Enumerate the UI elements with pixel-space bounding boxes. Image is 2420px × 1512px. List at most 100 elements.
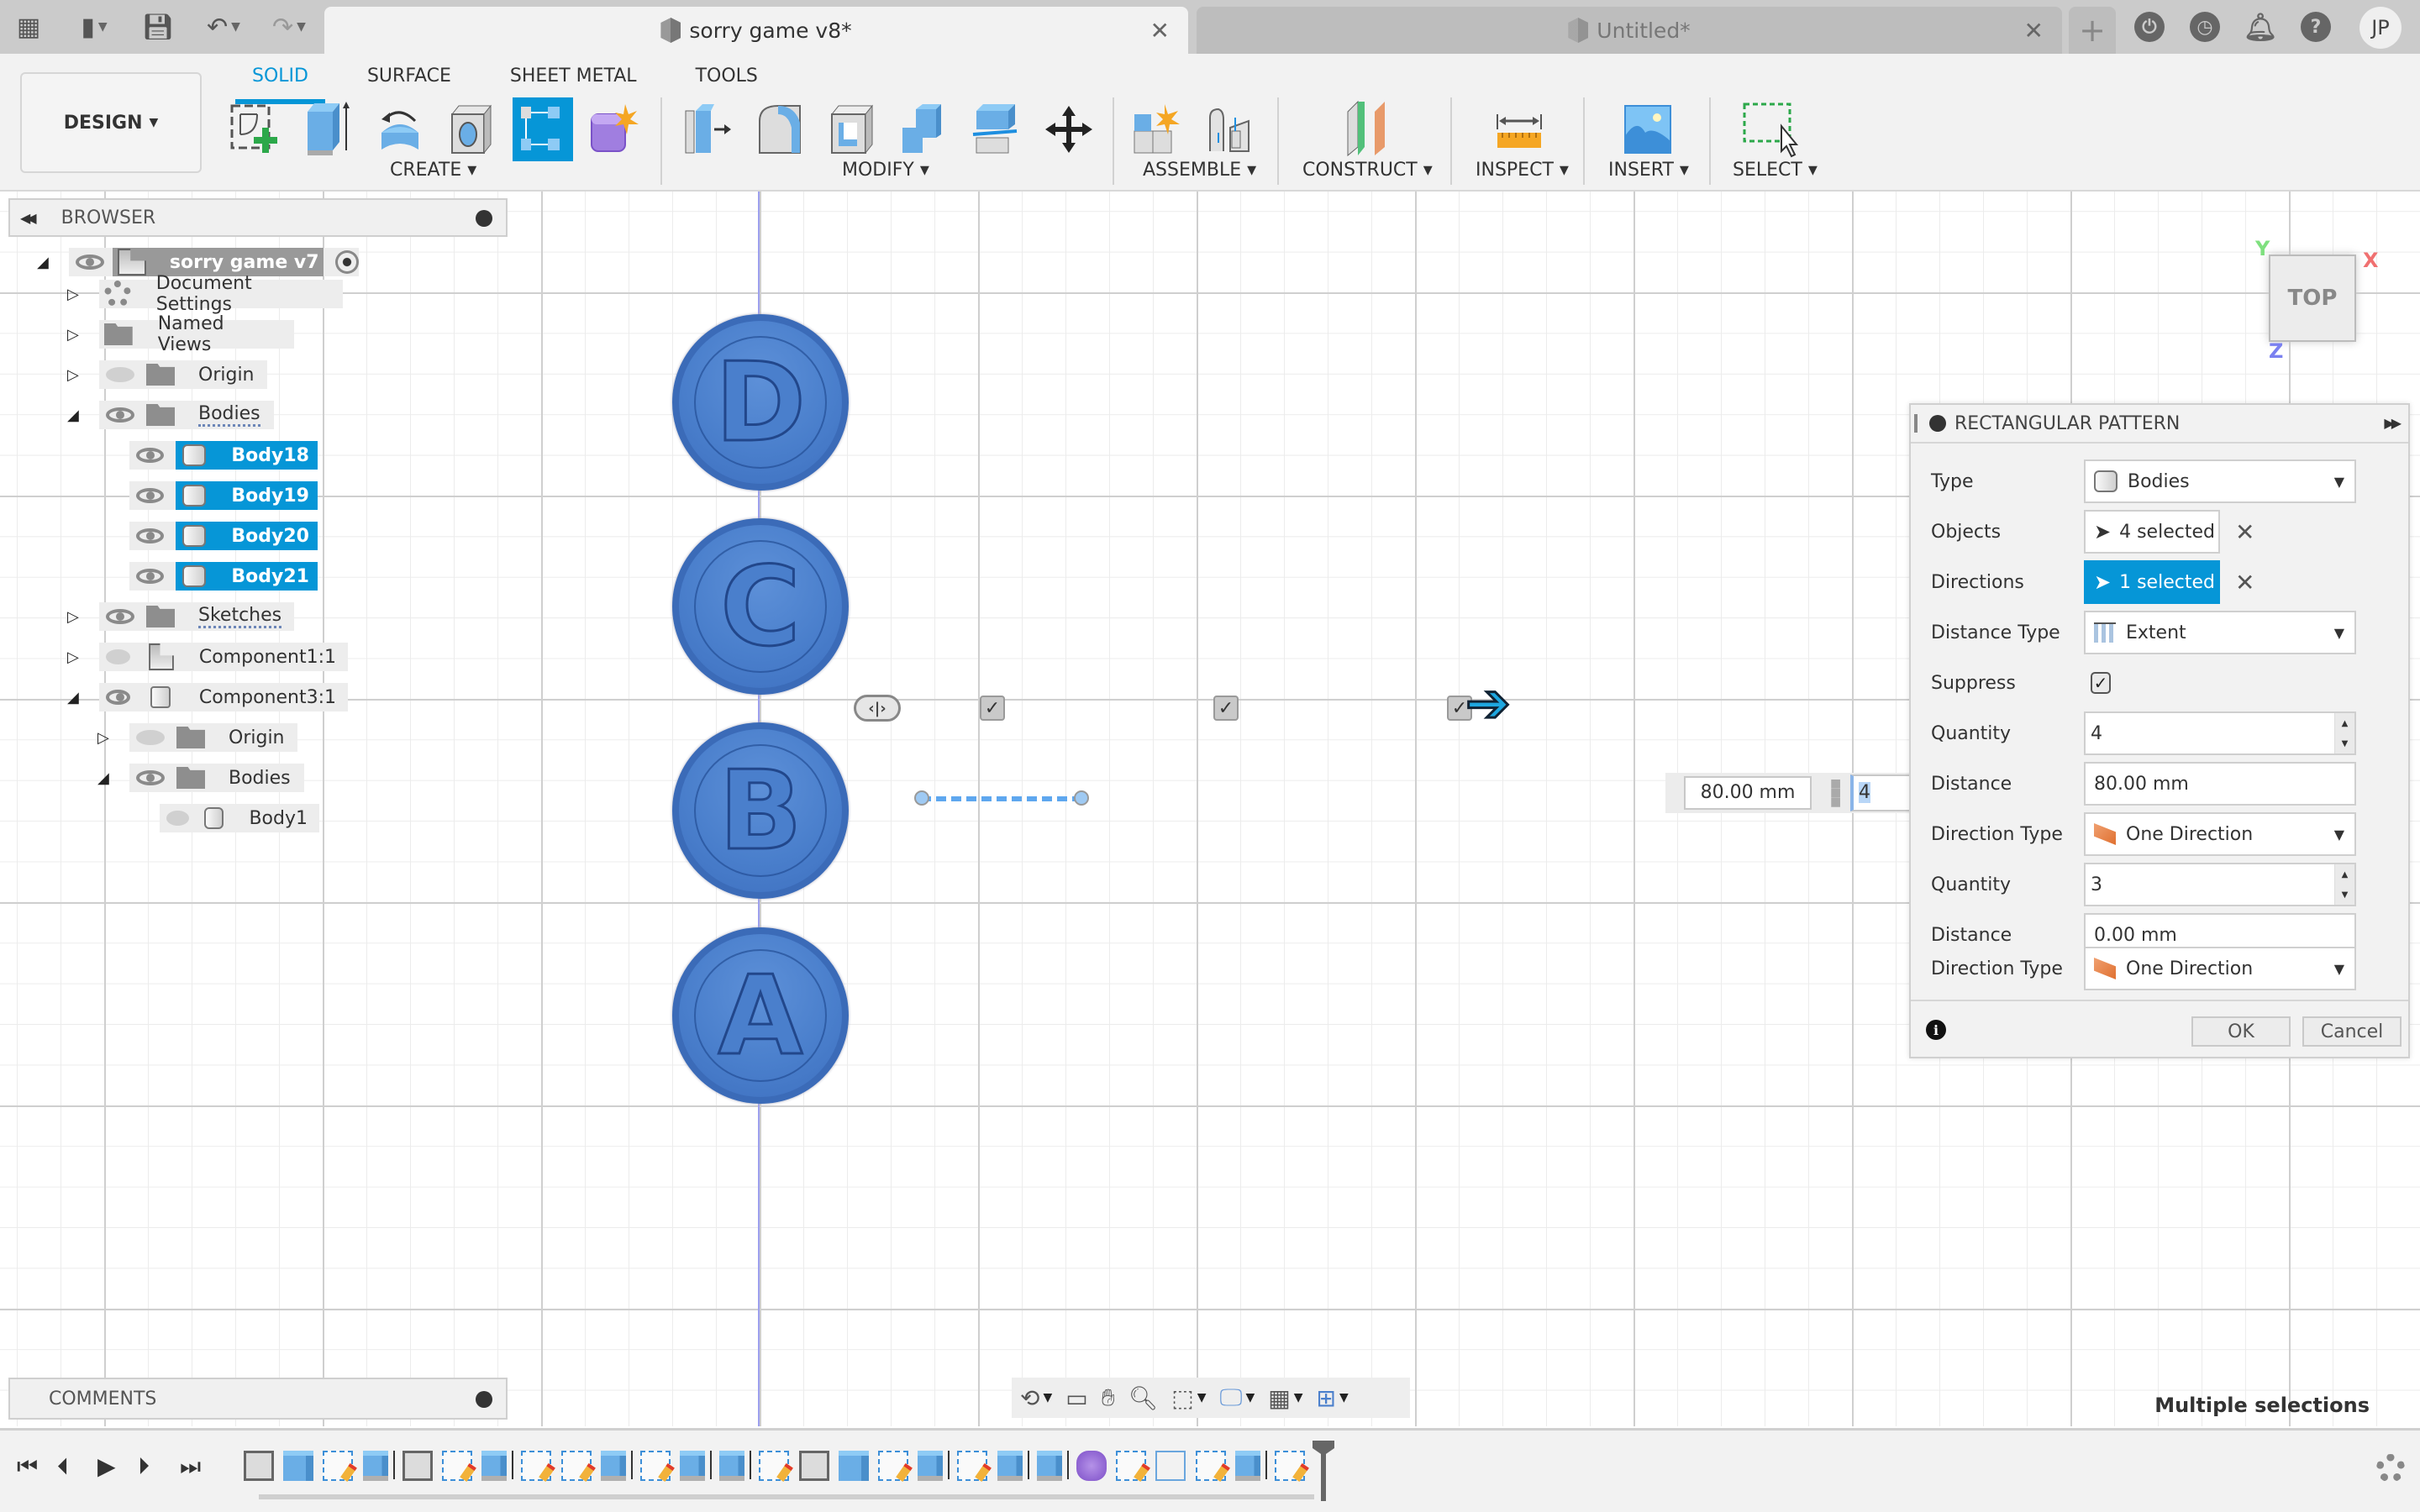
expand-toggle-icon[interactable]: ▷ bbox=[67, 648, 84, 666]
visibility-eye-icon[interactable] bbox=[136, 488, 165, 503]
drag-grip-icon[interactable] bbox=[1914, 414, 1918, 433]
timeline-feature-extrude-icon[interactable] bbox=[1036, 1451, 1069, 1481]
timeline-feature-extrude-icon[interactable] bbox=[481, 1451, 514, 1481]
new-component-button[interactable] bbox=[1126, 97, 1186, 161]
close-icon[interactable]: ✕ bbox=[2024, 17, 2044, 45]
revolve-button[interactable] bbox=[370, 97, 430, 161]
tab-sheet-metal[interactable]: SHEET METAL bbox=[510, 60, 637, 92]
coin-body-c[interactable]: C bbox=[672, 518, 849, 695]
visibility-eye-icon[interactable] bbox=[136, 569, 165, 584]
press-pull-button[interactable] bbox=[677, 97, 738, 161]
timeline-feature-body-icon[interactable] bbox=[244, 1451, 274, 1481]
fit-button[interactable]: ⬚ ▼ bbox=[1171, 1384, 1206, 1412]
go-to-end-icon[interactable]: ⏭ bbox=[180, 1452, 201, 1481]
quantity-stepper[interactable]: 3 ▲ ▼ bbox=[2084, 863, 2356, 906]
file-menu-button[interactable]: ▮ ▼ bbox=[69, 10, 119, 44]
pin-panel-icon[interactable] bbox=[476, 210, 492, 227]
pin-panel-icon[interactable] bbox=[476, 1391, 492, 1408]
timeline-feature-sketch-icon[interactable] bbox=[560, 1451, 592, 1481]
visibility-eye-icon[interactable] bbox=[76, 255, 104, 270]
joint-button[interactable] bbox=[1198, 97, 1259, 161]
insert-canvas-button[interactable] bbox=[1617, 97, 1677, 161]
help-icon[interactable]: ? bbox=[2301, 12, 2331, 42]
activate-radio-icon[interactable] bbox=[335, 250, 359, 274]
document-tab-active[interactable]: sorry game v8* ✕ bbox=[324, 7, 1188, 54]
window-select-button[interactable] bbox=[1739, 97, 1800, 161]
hidden-eye-icon[interactable] bbox=[106, 367, 134, 382]
expand-dialog-icon[interactable]: ▶▶ bbox=[2384, 415, 2402, 431]
user-avatar[interactable]: JP bbox=[2360, 7, 2402, 49]
cancel-button[interactable]: Cancel bbox=[2302, 1016, 2402, 1047]
distance-type-dropdown[interactable]: Extent ▼ bbox=[2084, 611, 2356, 654]
timeline-feature-extrude-icon[interactable] bbox=[719, 1451, 752, 1481]
rectangular-pattern-button[interactable] bbox=[513, 97, 573, 161]
modify-group-menu[interactable]: MODIFY ▾ bbox=[842, 160, 929, 181]
coin-body-b[interactable]: B bbox=[672, 722, 849, 899]
instance-checkbox-manipulator[interactable]: ✓ bbox=[1213, 696, 1239, 721]
timeline-feature-sketch-icon[interactable] bbox=[957, 1451, 988, 1481]
document-tab-inactive[interactable]: Untitled* ✕ bbox=[1197, 7, 2062, 54]
hole-button[interactable] bbox=[442, 97, 502, 161]
shell-button[interactable] bbox=[822, 97, 882, 161]
directions-selection-button[interactable]: ➤ 1 selected bbox=[2084, 560, 2220, 604]
instance-checkbox-manipulator[interactable]: ✓ bbox=[980, 696, 1005, 721]
fillet-button[interactable] bbox=[750, 97, 810, 161]
timeline-feature-sketch-icon[interactable] bbox=[441, 1451, 472, 1481]
offset-plane-button[interactable] bbox=[1336, 97, 1397, 161]
direction-type-dropdown[interactable]: One Direction ▼ bbox=[2084, 947, 2356, 990]
quantity-dimension-input[interactable]: 4 bbox=[1850, 774, 1918, 811]
distance-dimension-input[interactable]: 80.00 mm bbox=[1684, 776, 1812, 810]
type-dropdown[interactable]: Bodies ▼ bbox=[2084, 459, 2356, 503]
insert-group-menu[interactable]: INSERT ▾ bbox=[1608, 160, 1689, 181]
quantity-stepper[interactable]: 4 ▲ ▼ bbox=[2084, 711, 2356, 755]
grid-settings-button[interactable]: ▦ ▼ bbox=[1268, 1384, 1302, 1412]
timeline-feature-sketch-icon[interactable] bbox=[759, 1451, 790, 1481]
collapse-toggle-icon[interactable]: ◢ bbox=[67, 689, 84, 706]
combine-button[interactable] bbox=[894, 97, 955, 161]
notifications-icon[interactable]: 🔔︎ bbox=[2244, 11, 2278, 43]
timeline-feature-sketch-icon[interactable] bbox=[521, 1451, 552, 1481]
stepper-arrows[interactable]: ▲ ▼ bbox=[2334, 713, 2354, 753]
coin-body-d[interactable]: D bbox=[672, 314, 849, 491]
pan-icon[interactable]: ✋︎ bbox=[1102, 1383, 1115, 1412]
distance-type-manipulator[interactable]: ‹|› bbox=[854, 695, 901, 722]
move-copy-button[interactable] bbox=[1039, 97, 1099, 161]
look-at-icon[interactable]: ▭ bbox=[1065, 1384, 1087, 1412]
timeline-feature-extrude-icon[interactable] bbox=[997, 1451, 1029, 1481]
orbit-button[interactable]: ⟲ ▼ bbox=[1020, 1384, 1052, 1412]
suppress-checkbox[interactable]: ✓ bbox=[2091, 672, 2111, 694]
undo-button[interactable]: ↶ ▼ bbox=[198, 10, 249, 44]
workspace-switcher[interactable]: DESIGN ▼ bbox=[20, 72, 202, 173]
timeline-feature-extrude-icon[interactable] bbox=[362, 1451, 395, 1481]
hidden-eye-icon[interactable] bbox=[106, 649, 131, 664]
go-to-start-icon[interactable]: ⏮ bbox=[17, 1452, 38, 1481]
save-icon[interactable]: 💾︎ bbox=[141, 10, 175, 44]
step-back-icon[interactable]: ⏴ bbox=[57, 1452, 69, 1481]
collapse-toggle-icon[interactable]: ◢ bbox=[67, 407, 84, 424]
direction-arrow-manipulator[interactable]: ➔ bbox=[1465, 676, 1512, 732]
collapse-toggle-icon[interactable]: ◢ bbox=[97, 769, 114, 787]
hidden-eye-icon[interactable] bbox=[166, 811, 190, 826]
direction-type-dropdown[interactable]: One Direction ▼ bbox=[2084, 812, 2356, 856]
timeline-feature-newbody-icon[interactable] bbox=[283, 1451, 314, 1481]
extensions-icon[interactable]: ⏻ bbox=[2134, 12, 2165, 42]
tab-surface[interactable]: SURFACE bbox=[367, 60, 451, 92]
info-icon[interactable]: i bbox=[1926, 1020, 1946, 1040]
expand-toggle-icon[interactable]: ▷ bbox=[67, 326, 84, 344]
job-status-icon[interactable]: ◷ bbox=[2190, 12, 2220, 42]
visibility-eye-icon[interactable] bbox=[136, 448, 165, 463]
create-group-menu[interactable]: CREATE ▾ bbox=[390, 160, 476, 181]
collapse-panel-icon[interactable]: ◀◀ bbox=[20, 210, 36, 226]
app-grid-icon[interactable]: ▦ bbox=[12, 10, 45, 44]
view-cube[interactable]: TOP bbox=[2269, 255, 2356, 342]
browser-panel-header[interactable]: ◀◀ BROWSER bbox=[8, 198, 508, 237]
split-body-button[interactable] bbox=[966, 97, 1027, 161]
minimize-icon[interactable] bbox=[1929, 415, 1946, 432]
expand-toggle-icon[interactable]: ▷ bbox=[67, 366, 84, 384]
extrude-button[interactable] bbox=[297, 97, 358, 161]
objects-selection-button[interactable]: ➤ 4 selected bbox=[2084, 510, 2220, 554]
timeline-feature-sketch-icon[interactable] bbox=[1195, 1451, 1226, 1481]
stepper-arrows[interactable]: ▲ ▼ bbox=[2334, 864, 2354, 905]
visibility-eye-icon[interactable] bbox=[106, 609, 134, 624]
visibility-eye-icon[interactable] bbox=[106, 690, 130, 705]
